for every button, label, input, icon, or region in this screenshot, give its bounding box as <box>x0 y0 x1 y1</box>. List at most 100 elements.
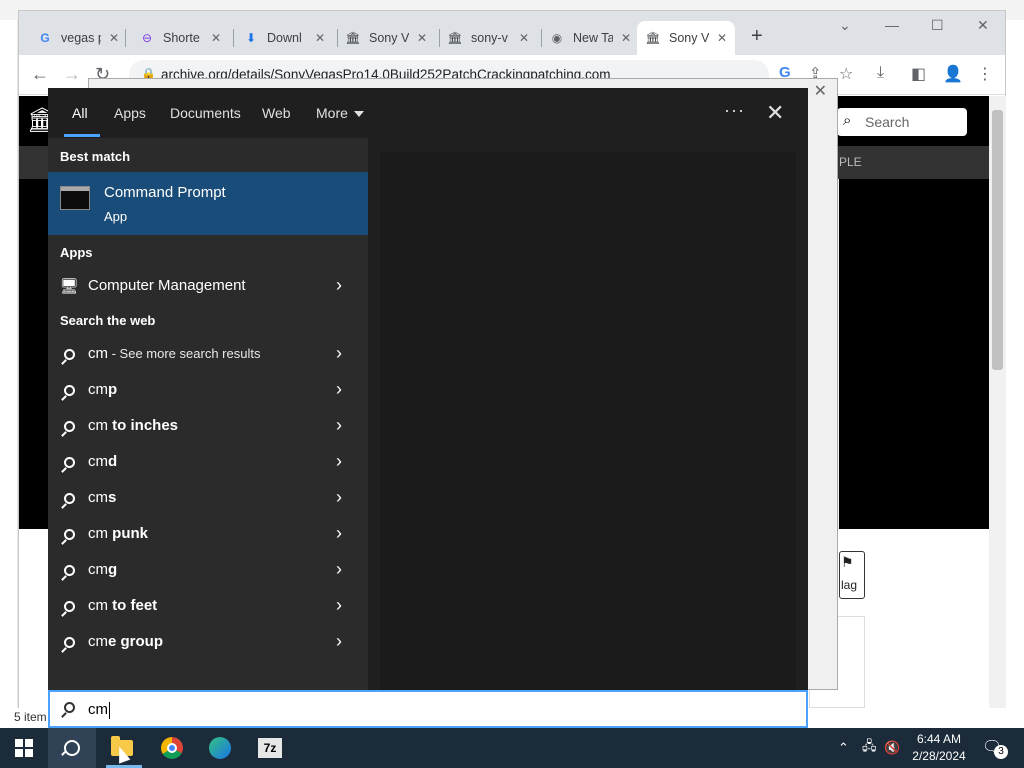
profile-icon[interactable]: 👤 <box>943 64 963 84</box>
preview-content <box>380 152 796 690</box>
tab-more[interactable]: More <box>316 105 364 121</box>
search-icon <box>60 453 78 471</box>
download-icon: ⬇ <box>245 31 257 45</box>
tab-7-active[interactable]: 🏛 Sony V ✕ <box>637 21 736 55</box>
app-result-computer-management[interactable]: 🖥 Computer Management › <box>48 269 368 303</box>
tab-1[interactable]: G vegas p ✕ <box>29 21 127 55</box>
web-result-label: cms <box>88 489 116 506</box>
more-options-icon[interactable]: ··· <box>724 100 745 121</box>
search-web-heading: Search the web <box>60 313 156 328</box>
tab-5[interactable]: 🏛 sony-v ✕ <box>439 21 537 55</box>
search-input[interactable]: cm <box>48 690 808 728</box>
chevron-right-icon[interactable]: › <box>336 487 342 508</box>
tab-6[interactable]: ◉ New Ta ✕ <box>541 21 639 55</box>
web-result-cmd[interactable]: cmd › <box>48 445 368 479</box>
best-match-item[interactable]: Command Prompt App <box>48 172 368 235</box>
flag-button[interactable]: ⚑ lag <box>839 551 865 599</box>
tab-title: vegas p <box>61 31 101 45</box>
web-result-cm-to-inches[interactable]: cm to inches › <box>48 409 368 443</box>
archive-search-box[interactable]: ⌕ Search <box>837 108 967 136</box>
chevron-right-icon[interactable]: › <box>336 343 342 364</box>
menu-icon[interactable]: ⋮ <box>977 64 993 84</box>
web-result-cms[interactable]: cms › <box>48 481 368 515</box>
google-icon: G <box>40 31 50 45</box>
taskbar-edge[interactable] <box>196 728 244 768</box>
forward-icon[interactable]: → <box>63 64 81 85</box>
chevron-right-icon[interactable]: › <box>336 379 342 400</box>
close-icon[interactable]: ✕ <box>519 31 529 45</box>
page-scrollbar[interactable] <box>989 96 1006 708</box>
chevron-right-icon[interactable]: › <box>336 275 342 296</box>
chevron-right-icon[interactable]: › <box>336 559 342 580</box>
close-icon[interactable]: ✕ <box>211 31 221 45</box>
notification-center-button[interactable]: 🗨 3 <box>982 737 1008 759</box>
close-icon[interactable]: ✕ <box>109 31 119 45</box>
search-icon: ⌕ <box>843 112 852 129</box>
close-icon[interactable]: ✕ <box>766 100 784 126</box>
windows-logo-icon <box>15 739 33 757</box>
web-query-suffix: - See more search results <box>108 346 261 361</box>
search-icon <box>60 525 78 543</box>
taskbar-7zip[interactable]: 7z <box>246 728 294 768</box>
tab-web[interactable]: Web <box>262 105 291 121</box>
chrome-icon: ◉ <box>551 31 563 45</box>
chevron-up-icon[interactable]: ⌃ <box>838 728 849 768</box>
explorer-item-count: 5 item <box>14 710 47 724</box>
web-result-cmg[interactable]: cmg › <box>48 553 368 587</box>
close-icon[interactable]: ✕ <box>417 31 427 45</box>
7zip-icon: 7z <box>258 738 282 758</box>
tab-all[interactable]: All <box>72 105 88 121</box>
chevron-right-icon[interactable]: › <box>336 595 342 616</box>
chevron-right-icon[interactable]: › <box>336 631 342 652</box>
start-button[interactable] <box>0 728 48 768</box>
web-result-see-more[interactable]: cm - See more search results › <box>48 337 368 371</box>
search-results-list: Best match Command Prompt App Apps 🖥 Com… <box>48 138 368 690</box>
web-result-label: cm punk <box>88 525 148 542</box>
close-icon[interactable]: ✕ <box>717 31 727 45</box>
minimize-icon[interactable]: — <box>885 17 899 33</box>
chevron-right-icon[interactable]: › <box>336 451 342 472</box>
bookmark-star-icon[interactable]: ☆ <box>839 64 853 84</box>
taskbar-chrome[interactable] <box>148 728 196 768</box>
web-result-cme-group[interactable]: cme group › <box>48 625 368 659</box>
web-result-completion: to feet <box>108 597 158 614</box>
system-clock[interactable]: 6:44 AM 2/28/2024 <box>906 731 972 765</box>
tab-2[interactable]: ⊖ Shorte ✕ <box>131 21 229 55</box>
downloads-icon[interactable]: ⤓ <box>877 64 884 82</box>
network-icon[interactable]: 🖧 <box>862 728 877 768</box>
taskbar-search-button[interactable] <box>48 728 96 768</box>
search-icon <box>60 633 78 651</box>
best-match-heading: Best match <box>60 149 131 164</box>
side-panel-icon[interactable]: ◧ <box>911 64 926 84</box>
close-icon[interactable]: ✕ <box>315 31 325 45</box>
tab-apps[interactable]: Apps <box>114 105 146 121</box>
volume-muted-icon[interactable]: 🔇 <box>884 728 900 768</box>
tab-4[interactable]: 🏛 Sony V ✕ <box>337 21 435 55</box>
flag-icon: ⚑ <box>841 554 854 570</box>
tab-documents[interactable]: Documents <box>170 105 241 121</box>
tab-title: Downl <box>267 31 302 45</box>
web-result-completion: g <box>108 561 118 578</box>
close-icon[interactable]: ✕ <box>814 81 827 101</box>
chevron-right-icon[interactable]: › <box>336 415 342 436</box>
archive-nav-label[interactable]: PLE <box>839 155 862 169</box>
web-result-prefix: cm <box>88 561 108 578</box>
close-window-icon[interactable]: ✕ <box>977 17 989 34</box>
chevron-right-icon[interactable]: › <box>336 523 342 544</box>
chevron-down-icon[interactable]: ⌄ <box>839 17 851 34</box>
search-query[interactable]: cm <box>88 701 110 719</box>
new-tab-icon[interactable]: + <box>751 25 763 48</box>
web-result-completion: p <box>108 381 118 398</box>
web-result-label: cmd <box>88 453 117 470</box>
web-result-cm-to-feet[interactable]: cm to feet › <box>48 589 368 623</box>
maximize-icon[interactable]: ☐ <box>931 17 944 34</box>
web-result-cm-punk[interactable]: cm punk › <box>48 517 368 551</box>
scrollbar-thumb[interactable] <box>992 110 1003 370</box>
close-icon[interactable]: ✕ <box>621 31 631 45</box>
web-result-cmp[interactable]: cmp › <box>48 373 368 407</box>
web-result-label: cm to feet <box>88 597 157 614</box>
search-icon <box>60 381 78 399</box>
edge-icon <box>209 737 231 759</box>
tab-3[interactable]: ⬇ Downl ✕ <box>235 21 333 55</box>
back-icon[interactable]: ← <box>31 64 49 85</box>
